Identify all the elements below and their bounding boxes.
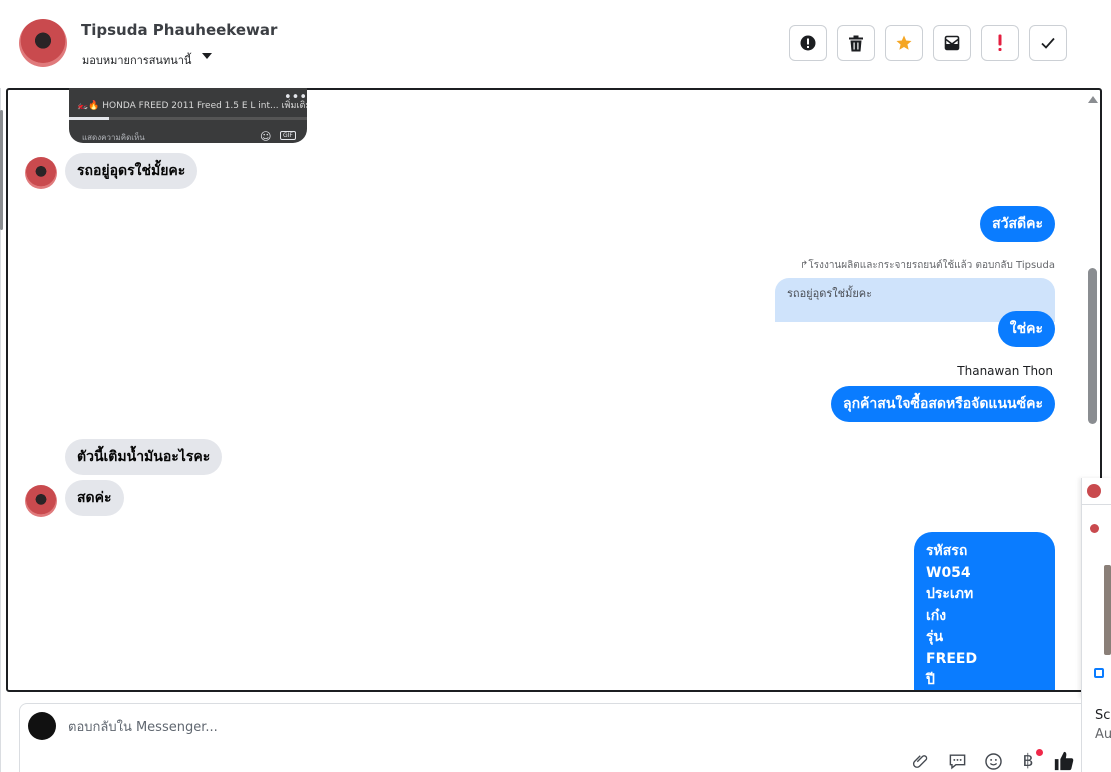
car-detail-line: รุ่น bbox=[926, 629, 944, 645]
side-card-subtitle: Au bbox=[1095, 727, 1111, 742]
car-details-message[interactable]: รหัสรถ W054 ประเภท เก๋ง รุ่น FREED ปี bbox=[914, 532, 1055, 690]
more-icon[interactable]: ••• bbox=[284, 90, 307, 105]
delete-button[interactable] bbox=[837, 25, 875, 61]
side-card-title: Scr bbox=[1095, 708, 1111, 723]
star-button[interactable] bbox=[885, 25, 923, 61]
contact-name[interactable]: Tipsuda Phauheekewar bbox=[81, 21, 277, 39]
star-icon bbox=[896, 35, 912, 50]
assign-conversation-label[interactable]: มอบหมายการสนทนานี้ bbox=[82, 51, 191, 69]
incoming-message[interactable]: ตัวนี้เติมน้ำมันอะไรคะ bbox=[65, 439, 223, 475]
envelope-icon bbox=[944, 35, 960, 51]
shared-post-card[interactable]: 🏍️🔥 HONDA FREED 2011 Freed 1.5 E L int..… bbox=[69, 88, 307, 143]
check-icon bbox=[1041, 37, 1055, 49]
follow-up-button[interactable] bbox=[981, 25, 1019, 61]
thread-scrollbar[interactable] bbox=[1088, 268, 1097, 424]
side-photo[interactable] bbox=[1104, 565, 1111, 655]
side-divider bbox=[1082, 504, 1111, 505]
saved-reply-icon[interactable] bbox=[946, 750, 968, 772]
sender-avatar[interactable] bbox=[25, 157, 57, 189]
report-button[interactable] bbox=[789, 25, 827, 61]
sender-avatar[interactable] bbox=[25, 485, 57, 517]
side-avatar[interactable] bbox=[1090, 524, 1099, 533]
mark-unread-button[interactable] bbox=[933, 25, 971, 61]
left-panel-scroll-indicator[interactable] bbox=[0, 110, 3, 230]
car-detail-line: FREED bbox=[926, 650, 978, 667]
exclamation-icon bbox=[998, 34, 1002, 51]
car-detail-line: เก๋ง bbox=[926, 607, 947, 624]
emoji-icon[interactable]: ☺ bbox=[260, 130, 271, 143]
trash-icon bbox=[849, 35, 863, 51]
side-avatar[interactable] bbox=[1087, 484, 1101, 498]
outgoing-message[interactable]: สวัสดีคะ bbox=[980, 206, 1055, 242]
shared-post-title[interactable]: 🏍️🔥 HONDA FREED 2011 Freed 1.5 E L int..… bbox=[77, 98, 307, 112]
reply-context-text: โรงงานผลิตและกระจายรถยนต์ใช้แล้ว ตอบกลับ… bbox=[808, 260, 1055, 271]
app-icon bbox=[1094, 668, 1104, 678]
video-progress-fill bbox=[69, 117, 109, 120]
alert-circle-icon bbox=[800, 35, 816, 51]
notification-dot bbox=[1036, 749, 1043, 756]
scroll-up-arrow-icon[interactable] bbox=[1088, 96, 1098, 103]
like-icon[interactable] bbox=[1053, 750, 1075, 772]
sender-name: Thanawan Thon bbox=[957, 364, 1053, 378]
emoji-icon[interactable] bbox=[982, 750, 1004, 772]
reply-input[interactable] bbox=[68, 717, 768, 737]
outgoing-message[interactable]: ใช่คะ bbox=[997, 311, 1055, 347]
car-detail-line: ประเภท bbox=[926, 586, 974, 602]
car-detail-line: รหัสรถ bbox=[926, 543, 968, 559]
comment-placeholder[interactable]: แสดงความคิดเห็น bbox=[82, 131, 145, 143]
gif-icon[interactable]: GIF bbox=[280, 131, 296, 140]
paperclip-icon[interactable] bbox=[910, 750, 932, 772]
incoming-message[interactable]: รถอยู่อุดรใช่มั้ยคะ bbox=[65, 153, 198, 189]
caret-down-icon[interactable] bbox=[202, 53, 212, 59]
car-detail-line: W054 bbox=[926, 564, 971, 581]
outgoing-message[interactable]: ลุกค้าสนใจซื้อสดหรือจัดแนนซ์คะ bbox=[831, 386, 1055, 422]
page-avatar bbox=[28, 712, 56, 740]
mark-done-button[interactable] bbox=[1029, 25, 1067, 61]
incoming-message[interactable]: สดค่ะ bbox=[65, 480, 124, 516]
reply-context: ↱โรงงานผลิตและกระจายรถยนต์ใช้แล้ว ตอบกลั… bbox=[800, 258, 1055, 273]
car-detail-line: ปี bbox=[926, 672, 935, 688]
contact-avatar[interactable] bbox=[19, 19, 67, 67]
